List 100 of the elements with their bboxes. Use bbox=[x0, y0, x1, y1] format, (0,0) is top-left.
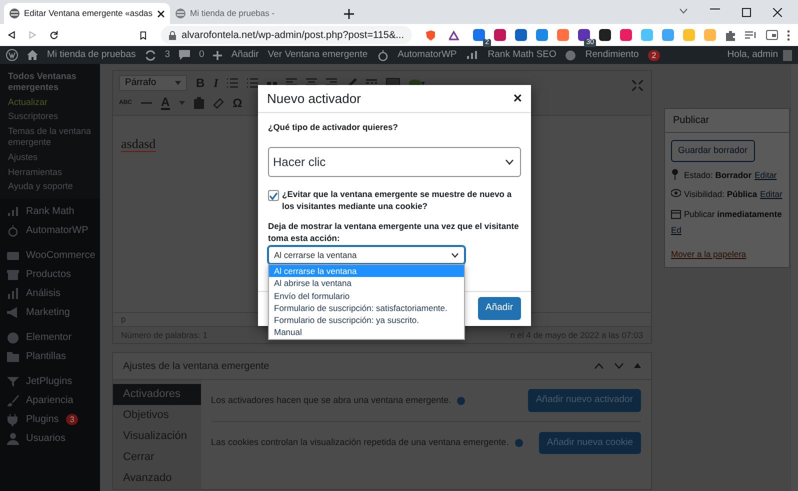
publish-title: Publicar bbox=[665, 109, 789, 133]
dropdown-option[interactable]: Al cerrarse la ventana bbox=[269, 265, 464, 278]
globe-icon bbox=[9, 8, 20, 19]
menu-item[interactable]: Productos bbox=[0, 265, 100, 284]
dropdown-option[interactable]: Formulario de suscripción: ya suscrito. bbox=[269, 314, 464, 326]
dropdown-option[interactable]: Al abrirse la ventana bbox=[269, 277, 464, 290]
menu-item[interactable]: Rank Math bbox=[0, 202, 100, 222]
robot-icon[interactable] bbox=[376, 50, 389, 60]
view-link[interactable]: Ver Ventana emergente bbox=[268, 48, 368, 62]
menu-item[interactable]: Plugins 3 bbox=[0, 410, 100, 430]
count-badge: 2 bbox=[648, 50, 660, 60]
automator-link[interactable]: AutomatorWP bbox=[398, 48, 457, 62]
browser-tab[interactable]: Editar Ventana emergente «asdas bbox=[4, 3, 170, 24]
dropdown-option[interactable]: Envío del formulario bbox=[269, 290, 464, 302]
submenu-item[interactable]: Actualizar bbox=[0, 94, 100, 110]
plus-icon[interactable] bbox=[213, 50, 222, 60]
publish-status-text: Publicar inmediatamente bbox=[684, 208, 782, 221]
bar-chart-icon bbox=[7, 288, 19, 300]
bookmark-icon[interactable] bbox=[140, 30, 147, 40]
chevron-down-icon bbox=[451, 252, 459, 258]
puzzle-icon[interactable] bbox=[725, 30, 736, 40]
publish-status-text: Visibilidad: Pública bbox=[684, 188, 758, 201]
menu-item[interactable]: Análisis bbox=[0, 284, 100, 304]
maximize-icon[interactable] bbox=[742, 8, 751, 16]
save-draft-button[interactable]: Guardar borrador bbox=[671, 140, 755, 162]
menu-item[interactable]: AutomatorWP bbox=[0, 221, 100, 240]
scrollbar[interactable] bbox=[790, 64, 798, 491]
close-button[interactable]: × bbox=[513, 91, 522, 106]
funnel-icon bbox=[7, 376, 19, 388]
robot-icon bbox=[7, 224, 19, 237]
submenu-item[interactable]: Todos Ventanas emergentes bbox=[0, 69, 100, 95]
menu-item[interactable]: Marketing bbox=[0, 303, 100, 322]
side-panel-icon[interactable] bbox=[766, 30, 778, 40]
plus-icon[interactable] bbox=[344, 9, 354, 19]
edit-link[interactable]: Ed bbox=[671, 224, 682, 236]
edit-link[interactable]: Editar bbox=[760, 188, 782, 201]
menu-icon[interactable] bbox=[787, 30, 790, 40]
wordpress-logo-icon[interactable] bbox=[6, 49, 18, 61]
checkbox-label: ¿Evitar que la ventana emergente se muestre de nuevo a los visitantes mediante una cookie? bbox=[282, 189, 513, 212]
menu-item[interactable]: WooCommerce bbox=[0, 246, 100, 266]
extension-icon[interactable] bbox=[473, 29, 485, 41]
editor-text: asdasd bbox=[121, 136, 156, 152]
home-icon[interactable] bbox=[27, 50, 38, 60]
modal-title: Nuevo activador bbox=[267, 90, 361, 108]
browser-tab[interactable]: Mi tienda de pruebas - bbox=[170, 3, 336, 24]
menu-item[interactable]: JetPlugins bbox=[0, 372, 100, 392]
clipboard-icon[interactable] bbox=[194, 97, 204, 109]
brush-icon bbox=[7, 394, 19, 407]
cookie-checkbox[interactable] bbox=[268, 190, 279, 202]
submenu-item[interactable]: Ajustes bbox=[0, 150, 100, 165]
new-link[interactable]: Añadir bbox=[231, 48, 259, 62]
extension-icon[interactable] bbox=[578, 29, 590, 41]
trash-link[interactable]: Mover a la papelera bbox=[671, 248, 746, 260]
trigger-type-select[interactable]: Hacer clic bbox=[268, 147, 521, 178]
dropdown-option[interactable]: Formulario de suscripción: satisfactoriamente. bbox=[269, 302, 464, 314]
dropdown-option[interactable]: Manual bbox=[269, 326, 464, 339]
close-icon[interactable] bbox=[773, 8, 782, 16]
publish-status-text: Estado: Borrador bbox=[684, 168, 752, 182]
submenu-item[interactable]: Herramientas bbox=[0, 164, 100, 180]
settings-tab[interactable]: Activadores bbox=[113, 384, 201, 405]
reload-icon[interactable] bbox=[50, 30, 58, 40]
refresh-icon[interactable] bbox=[144, 50, 156, 60]
site-link[interactable]: Mi tienda de pruebas bbox=[47, 48, 136, 62]
submenu-item[interactable]: Ayuda y soporte bbox=[0, 179, 100, 194]
menu-item[interactable]: Plantillas bbox=[0, 347, 100, 366]
comment-icon[interactable] bbox=[179, 50, 190, 60]
add-button[interactable]: Añadir nuevo activador bbox=[528, 389, 641, 412]
update-count: 3 bbox=[164, 48, 170, 62]
rank-math-link[interactable]: Rank Math SEO bbox=[488, 48, 556, 62]
edit-link[interactable]: Editar bbox=[754, 168, 777, 182]
performance-link[interactable]: Rendimiento bbox=[585, 48, 639, 62]
triangle-logo-icon[interactable] bbox=[449, 30, 459, 40]
format-select[interactable]: Párrafo bbox=[119, 75, 187, 91]
menu-item[interactable]: Elementor bbox=[0, 328, 100, 348]
bar-chart-icon bbox=[7, 206, 19, 218]
add-button[interactable]: Añadir nueva cookie bbox=[538, 432, 641, 454]
back-icon[interactable] bbox=[8, 30, 16, 40]
close-icon[interactable] bbox=[157, 10, 165, 18]
archive-icon bbox=[7, 268, 19, 281]
folder-icon bbox=[7, 350, 19, 363]
caret-icon bbox=[175, 81, 181, 85]
plug-icon bbox=[7, 414, 19, 426]
field-label: ¿Qué tipo de activador quieres? bbox=[268, 122, 399, 134]
megaphone-icon bbox=[7, 306, 19, 319]
menu-item[interactable]: Usuarios bbox=[0, 429, 100, 448]
stop-action-select[interactable]: Al cerrarse la ventana bbox=[268, 246, 465, 264]
extension-icon[interactable] bbox=[599, 29, 611, 41]
address-bar[interactable]: alvarofontela.net/wp-admin/post.php?post=115&... bbox=[160, 26, 412, 44]
avatar-icon[interactable] bbox=[783, 50, 792, 60]
menu-item[interactable]: Apariencia bbox=[0, 391, 100, 410]
minimize-icon[interactable] bbox=[710, 8, 720, 10]
add-button[interactable]: Añadir bbox=[478, 297, 521, 320]
chevron-down-icon[interactable] bbox=[679, 8, 688, 14]
media-icon[interactable] bbox=[745, 30, 757, 40]
chevron-down-icon bbox=[505, 159, 514, 166]
submenu-item[interactable]: Suscriptores bbox=[0, 109, 100, 124]
calendar-icon bbox=[671, 208, 681, 220]
greeting-link[interactable]: Hola, admin bbox=[727, 48, 778, 62]
submenu-item[interactable]: Temas de la ventana emergente bbox=[0, 124, 100, 150]
bar-chart-icon[interactable] bbox=[466, 50, 479, 60]
